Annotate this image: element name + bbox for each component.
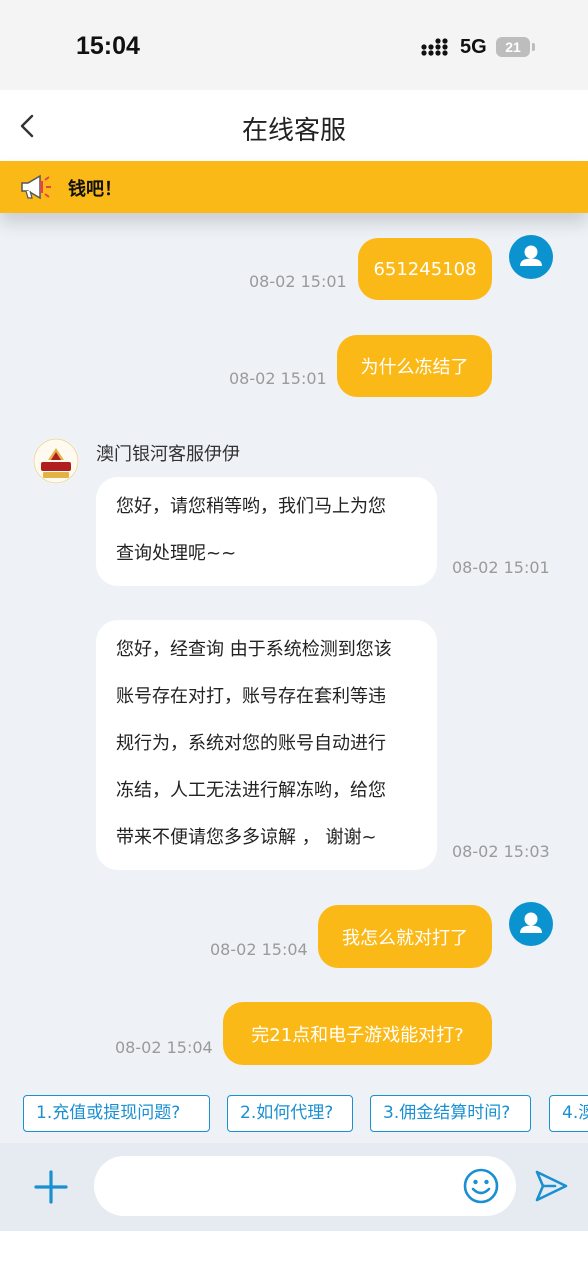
notice-banner[interactable]: 钱吧！ — [0, 161, 588, 213]
network-label: 5G — [460, 36, 487, 58]
input-bar — [0, 1143, 588, 1231]
send-icon[interactable] — [533, 1168, 569, 1204]
quick-reply-more[interactable]: 4.澳 — [549, 1095, 588, 1132]
quick-reply-agent[interactable]: 2.如何代理? — [227, 1095, 353, 1132]
status-time: 15:04 — [76, 32, 140, 60]
message-line: 账号存在对打，账号存在套利等违 — [116, 686, 386, 707]
plus-icon[interactable] — [33, 1169, 69, 1205]
page-title: 在线客服 — [241, 116, 346, 146]
message-line: 查询处理呢~~ — [116, 543, 237, 564]
quick-reply-recharge[interactable]: 1.充值或提现问题? — [23, 1095, 210, 1132]
notice-text: 钱吧！ — [68, 179, 122, 200]
message-bubble-out[interactable]: 完21点和电子游戏能对打? — [223, 1002, 492, 1065]
message-time: 08-02 15:04 — [115, 1038, 213, 1057]
battery-icon: 21 — [496, 37, 530, 57]
message-line: 您好，请您稍等哟，我们马上为您 — [116, 496, 386, 517]
quick-reply-commission[interactable]: 3.佣金结算时间? — [370, 1095, 531, 1132]
signal-icon — [421, 38, 448, 56]
message-line: 规行为，系统对您的账号自动进行 — [116, 733, 386, 754]
message-time: 08-02 15:01 — [452, 558, 550, 577]
user-avatar-icon — [509, 902, 553, 946]
message-input[interactable] — [94, 1156, 516, 1216]
message-line: 带来不便请您多多谅解 ， 谢谢~ — [116, 827, 377, 848]
message-bubble-out[interactable]: 我怎么就对打了 — [318, 905, 492, 968]
message-line: 您好，经查询 由于系统检测到您该 — [116, 639, 392, 660]
agent-name: 澳门银河客服伊伊 — [96, 444, 240, 465]
message-time: 08-02 15:01 — [249, 272, 347, 291]
message-time: 08-02 15:03 — [452, 842, 550, 861]
chat-area[interactable]: 08-02 15:01 651245108 08-02 15:01 为什么冻结了… — [0, 213, 588, 1085]
emoji-icon[interactable] — [462, 1167, 500, 1205]
message-time: 08-02 15:01 — [229, 369, 327, 388]
battery-tip — [532, 43, 535, 51]
message-bubble-in[interactable]: 您好，请您稍等哟，我们马上为您 查询处理呢~~ — [96, 477, 437, 586]
message-bubble-out[interactable]: 651245108 — [358, 238, 492, 300]
user-avatar-icon — [509, 235, 553, 279]
message-time: 08-02 15:04 — [210, 940, 308, 959]
message-bubble-in[interactable]: 您好，经查询 由于系统检测到您该 账号存在对打，账号存在套利等违 规行为，系统对… — [96, 620, 437, 870]
megaphone-icon — [21, 174, 51, 200]
status-bar: 15:04 5G 21 — [0, 0, 588, 90]
quick-reply-bar[interactable]: 1.充值或提现问题? 2.如何代理? 3.佣金结算时间? 4.澳 — [0, 1085, 588, 1143]
message-bubble-out[interactable]: 为什么冻结了 — [337, 335, 492, 397]
home-indicator-area — [0, 1231, 588, 1280]
header: 在线客服 — [0, 90, 588, 162]
message-line: 冻结，人工无法进行解冻哟，给您 — [116, 780, 386, 801]
agent-avatar-logo — [33, 438, 79, 484]
